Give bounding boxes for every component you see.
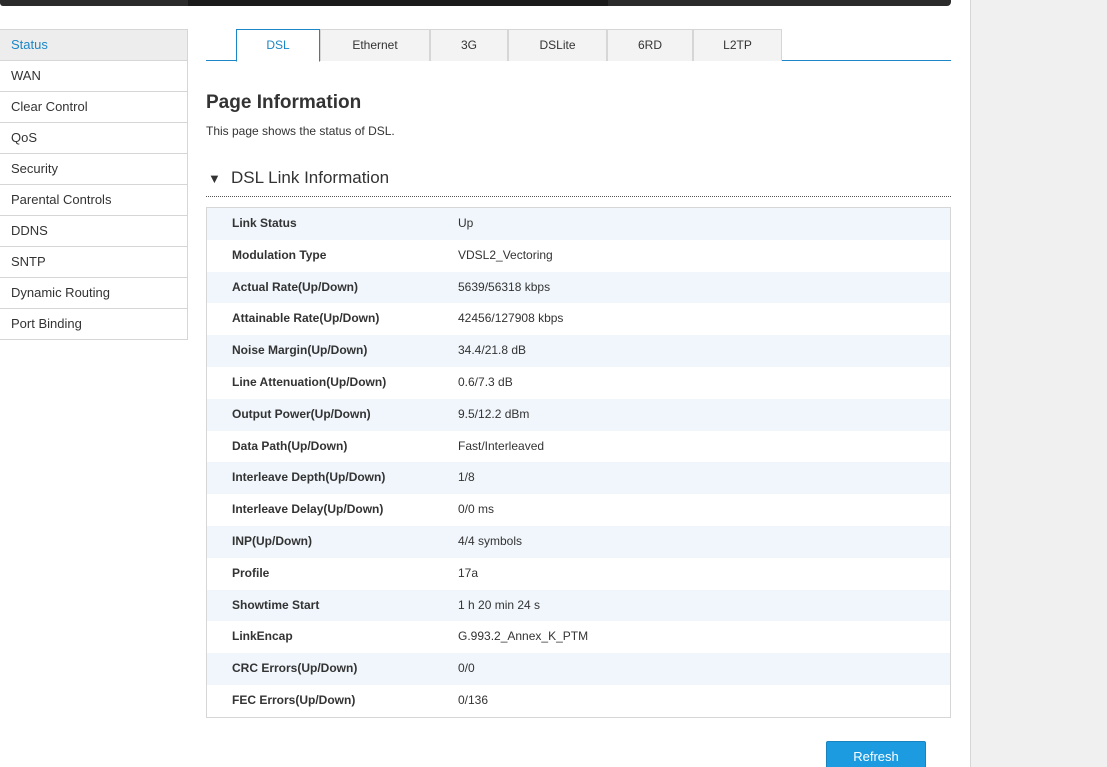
table-row: FEC Errors(Up/Down) 0/136: [207, 684, 950, 717]
row-label: Output Power(Up/Down): [232, 406, 371, 421]
row-label: Actual Rate(Up/Down): [232, 279, 358, 294]
row-value: 1 h 20 min 24 s: [458, 597, 541, 612]
row-label: LinkEncap: [232, 629, 293, 644]
row-label: Profile: [232, 565, 270, 580]
row-value: 4/4 symbols: [458, 533, 523, 548]
tab-ethernet[interactable]: Ethernet: [320, 29, 430, 61]
row-label: Interleave Delay(Up/Down): [232, 502, 384, 517]
sidebar-item-ddns[interactable]: DDNS: [0, 216, 188, 247]
table-row: Attainable Rate(Up/Down) 42456/127908 kb…: [207, 303, 950, 336]
tab-6rd[interactable]: 6RD: [607, 29, 693, 61]
sidebar-item-sntp[interactable]: SNTP: [0, 247, 188, 278]
sidebar-item-wan[interactable]: WAN: [0, 61, 188, 92]
row-label: Noise Margin(Up/Down): [232, 343, 368, 358]
table-row: CRC Errors(Up/Down) 0/0: [207, 653, 950, 685]
table-row: Link Status Up: [207, 208, 950, 240]
row-label: Modulation Type: [232, 247, 327, 262]
table-row: Noise Margin(Up/Down) 34.4/21.8 dB: [207, 335, 950, 367]
row-label: INP(Up/Down): [232, 533, 312, 548]
tab-l2tp[interactable]: L2TP: [693, 29, 782, 61]
sidebar-nav: Status WAN Clear Control QoS Security Pa…: [0, 29, 188, 340]
page-description: This page shows the status of DSL.: [206, 124, 395, 138]
table-row: Interleave Depth(Up/Down) 1/8: [207, 462, 950, 495]
section-header-dsl-link[interactable]: ▼ DSL Link Information: [206, 166, 951, 197]
row-value: 17a: [458, 565, 479, 580]
right-gutter: [970, 0, 1107, 767]
top-header-bar: [0, 0, 951, 6]
section-title: DSL Link Information: [231, 168, 390, 187]
sidebar-item-clear-control[interactable]: Clear Control: [0, 92, 188, 123]
table-row: Modulation Type VDSL2_Vectoring: [207, 239, 950, 272]
table-row: LinkEncap G.993.2_Annex_K_PTM: [207, 621, 950, 654]
status-tabs: DSL Ethernet 3G DSLite 6RD L2TP: [206, 29, 951, 62]
tab-dslite[interactable]: DSLite: [508, 29, 607, 61]
row-label: Attainable Rate(Up/Down): [232, 311, 380, 326]
table-row: Output Power(Up/Down) 9.5/12.2 dBm: [207, 398, 950, 431]
tab-3g[interactable]: 3G: [430, 29, 508, 61]
row-value: 0/0 ms: [458, 502, 495, 517]
tab-dsl[interactable]: DSL: [236, 29, 320, 62]
page-title: Page Information: [206, 92, 362, 113]
table-row: Showtime Start 1 h 20 min 24 s: [207, 589, 950, 622]
sidebar-item-parental-controls[interactable]: Parental Controls: [0, 185, 188, 216]
collapse-arrow-icon[interactable]: ▼: [208, 171, 221, 186]
table-row: Line Attenuation(Up/Down) 0.6/7.3 dB: [207, 366, 950, 399]
sidebar-item-dynamic-routing[interactable]: Dynamic Routing: [0, 278, 188, 309]
row-label: FEC Errors(Up/Down): [232, 692, 356, 707]
row-value: Fast/Interleaved: [458, 438, 545, 453]
row-label: Showtime Start: [232, 597, 320, 612]
table-row: Actual Rate(Up/Down) 5639/56318 kbps: [207, 271, 950, 304]
top-header-bar-dark: [188, 0, 608, 6]
row-label: Data Path(Up/Down): [232, 438, 348, 453]
row-value: VDSL2_Vectoring: [458, 247, 553, 262]
row-label: Link Status: [232, 216, 297, 230]
sidebar-item-qos[interactable]: QoS: [0, 123, 188, 154]
row-label: CRC Errors(Up/Down): [232, 661, 358, 676]
row-value: 1/8: [458, 470, 475, 485]
sidebar-item-status[interactable]: Status: [0, 30, 188, 61]
sidebar-item-security[interactable]: Security: [0, 154, 188, 185]
table-row: Interleave Delay(Up/Down) 0/0 ms: [207, 494, 950, 526]
table-row: INP(Up/Down) 4/4 symbols: [207, 525, 950, 558]
sidebar-item-port-binding[interactable]: Port Binding: [0, 309, 188, 340]
row-value: Up: [458, 216, 474, 230]
row-value: 34.4/21.8 dB: [458, 343, 527, 358]
row-value: 42456/127908 kbps: [458, 311, 564, 326]
row-label: Interleave Depth(Up/Down): [232, 470, 386, 485]
row-value: 9.5/12.2 dBm: [458, 406, 530, 421]
row-label: Line Attenuation(Up/Down): [232, 374, 387, 389]
table-row: Profile 17a: [207, 557, 950, 590]
table-row: Data Path(Up/Down) Fast/Interleaved: [207, 430, 950, 463]
row-value: G.993.2_Annex_K_PTM: [458, 629, 589, 644]
row-value: 0/0: [458, 661, 475, 676]
row-value: 5639/56318 kbps: [458, 279, 551, 294]
row-value: 0/136: [458, 692, 489, 707]
refresh-button[interactable]: Refresh: [826, 741, 926, 767]
dsl-info-table: Link Status Up Modulation Type VDSL2_Vec…: [206, 207, 951, 718]
row-value: 0.6/7.3 dB: [458, 374, 513, 389]
